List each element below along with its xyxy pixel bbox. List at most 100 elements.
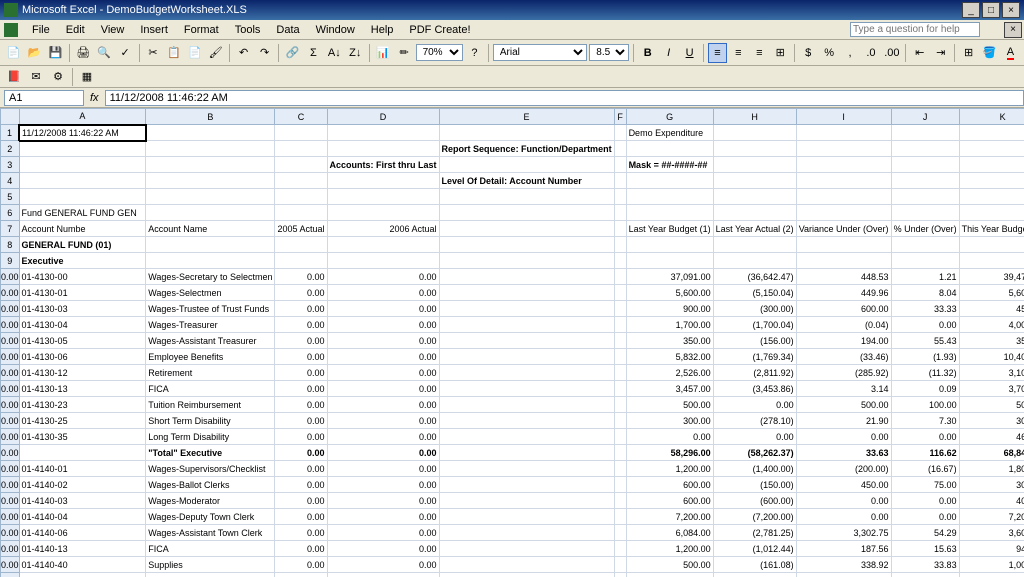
undo-icon[interactable]: ↶	[234, 43, 253, 63]
minimize-button[interactable]: _	[962, 2, 980, 18]
cell[interactable]: 01-4140-03	[19, 493, 146, 509]
cell[interactable]: 0.00	[327, 429, 439, 445]
restore-button[interactable]: □	[982, 2, 1000, 18]
cell[interactable]: 0.00	[275, 477, 327, 493]
cell[interactable]	[439, 349, 614, 365]
fill-color-icon[interactable]: 🪣	[980, 43, 999, 63]
currency-icon[interactable]: $	[799, 43, 818, 63]
cell[interactable]: 0.00	[275, 461, 327, 477]
cell[interactable]: Account Numbe	[19, 221, 146, 237]
doc-close-button[interactable]: ×	[1004, 22, 1022, 38]
cell[interactable]	[891, 205, 959, 221]
cell[interactable]: 01-4130-13	[19, 381, 146, 397]
cell[interactable]: 15.63	[891, 541, 959, 557]
spreadsheet-grid[interactable]: ABCDEFGHIJKLMNOPQRSTUV111/12/2008 11:46:…	[0, 108, 1024, 577]
font-color-icon[interactable]: A	[1001, 43, 1020, 63]
menu-insert[interactable]: Insert	[132, 22, 176, 38]
cell[interactable]	[19, 445, 146, 461]
align-center-icon[interactable]: ≡	[729, 43, 748, 63]
row-header[interactable]: 8	[1, 237, 20, 253]
cell[interactable]: 0.00	[275, 573, 327, 577]
col-header-E[interactable]: E	[439, 109, 614, 125]
col-header-A[interactable]: A	[19, 109, 146, 125]
cell[interactable]: 600.00	[796, 301, 891, 317]
cell[interactable]: 54.29	[891, 525, 959, 541]
cell[interactable]: 0.00	[275, 349, 327, 365]
cell[interactable]: 500.00	[626, 557, 713, 573]
cell[interactable]	[275, 253, 327, 269]
cell[interactable]	[626, 237, 713, 253]
cell[interactable]: Retirement	[146, 365, 275, 381]
cell[interactable]	[614, 557, 626, 573]
cell[interactable]	[614, 381, 626, 397]
cell[interactable]: (1.93)	[891, 349, 959, 365]
cell[interactable]: (278.10)	[713, 413, 796, 429]
cell[interactable]	[275, 237, 327, 253]
cell[interactable]	[439, 253, 614, 269]
cell[interactable]	[891, 157, 959, 173]
cell[interactable]: 194.00	[796, 333, 891, 349]
align-left-icon[interactable]: ≡	[708, 43, 727, 63]
cell[interactable]: (2,781.25)	[713, 525, 796, 541]
row-header[interactable]: 0.00	[1, 461, 20, 477]
print-icon[interactable]: 🖨	[74, 43, 93, 63]
cell[interactable]	[713, 173, 796, 189]
cell[interactable]: 449.96	[796, 285, 891, 301]
cell[interactable]	[959, 125, 1024, 141]
autosum-icon[interactable]: Σ	[304, 43, 323, 63]
cell[interactable]	[146, 157, 275, 173]
cell[interactable]: 68,849.00	[959, 445, 1024, 461]
cell[interactable]: 300.00	[959, 413, 1024, 429]
row-header[interactable]: 0.00	[1, 269, 20, 285]
row-header[interactable]: 4	[1, 173, 20, 189]
cell[interactable]: (161.08)	[713, 557, 796, 573]
cell[interactable]	[327, 125, 439, 141]
cell[interactable]: GENERAL FUND (01)	[19, 237, 146, 253]
cell[interactable]: % Under (Over)	[891, 221, 959, 237]
cell[interactable]: 400.00	[626, 573, 713, 577]
cell[interactable]: 0.00	[275, 285, 327, 301]
cell[interactable]	[891, 253, 959, 269]
cut-icon[interactable]: ✂	[144, 43, 163, 63]
cell[interactable]	[614, 349, 626, 365]
cell[interactable]: Wages-Assistant Town Clerk	[146, 525, 275, 541]
cell[interactable]: 33.63	[796, 445, 891, 461]
inc-indent-icon[interactable]: ⇥	[931, 43, 950, 63]
cell[interactable]: (1,012.44)	[713, 541, 796, 557]
cell[interactable]: Long Term Disability	[146, 429, 275, 445]
cell[interactable]	[891, 125, 959, 141]
preview-icon[interactable]: 🔍	[95, 43, 114, 63]
cell[interactable]: 0.00	[327, 349, 439, 365]
cell[interactable]: 0.00	[891, 429, 959, 445]
zoom-combo[interactable]: 70%	[416, 44, 463, 61]
cell[interactable]: 350.00	[626, 333, 713, 349]
fx-icon[interactable]: fx	[90, 92, 99, 104]
cell[interactable]	[439, 205, 614, 221]
menu-help[interactable]: Help	[363, 22, 402, 38]
menu-view[interactable]: View	[93, 22, 133, 38]
cell[interactable]: 7,200.00	[959, 509, 1024, 525]
cell[interactable]	[614, 509, 626, 525]
row-header[interactable]: 0.00	[1, 301, 20, 317]
cell[interactable]: 0.00	[327, 557, 439, 573]
cell[interactable]	[959, 189, 1024, 205]
chart-icon[interactable]: 📊	[374, 43, 393, 63]
cell[interactable]: (33.46)	[796, 349, 891, 365]
cell[interactable]: 4,000.00	[959, 317, 1024, 333]
cell[interactable]: 0.00	[275, 557, 327, 573]
format-painter-icon[interactable]: 🖌	[206, 43, 225, 63]
cell[interactable]	[146, 189, 275, 205]
cell[interactable]	[327, 205, 439, 221]
cell[interactable]: "Total" Executive	[146, 445, 275, 461]
cell[interactable]: 1,800.00	[959, 461, 1024, 477]
cell[interactable]	[959, 173, 1024, 189]
cell[interactable]: 33.83	[891, 557, 959, 573]
cell[interactable]	[439, 413, 614, 429]
spell-icon[interactable]: ✓	[116, 43, 135, 63]
col-header-F[interactable]: F	[614, 109, 626, 125]
cell[interactable]: 01-4130-00	[19, 269, 146, 285]
cell[interactable]	[439, 445, 614, 461]
cell[interactable]: 0.00	[275, 509, 327, 525]
cell[interactable]: 0.00	[891, 317, 959, 333]
menu-file[interactable]: File	[24, 22, 58, 38]
